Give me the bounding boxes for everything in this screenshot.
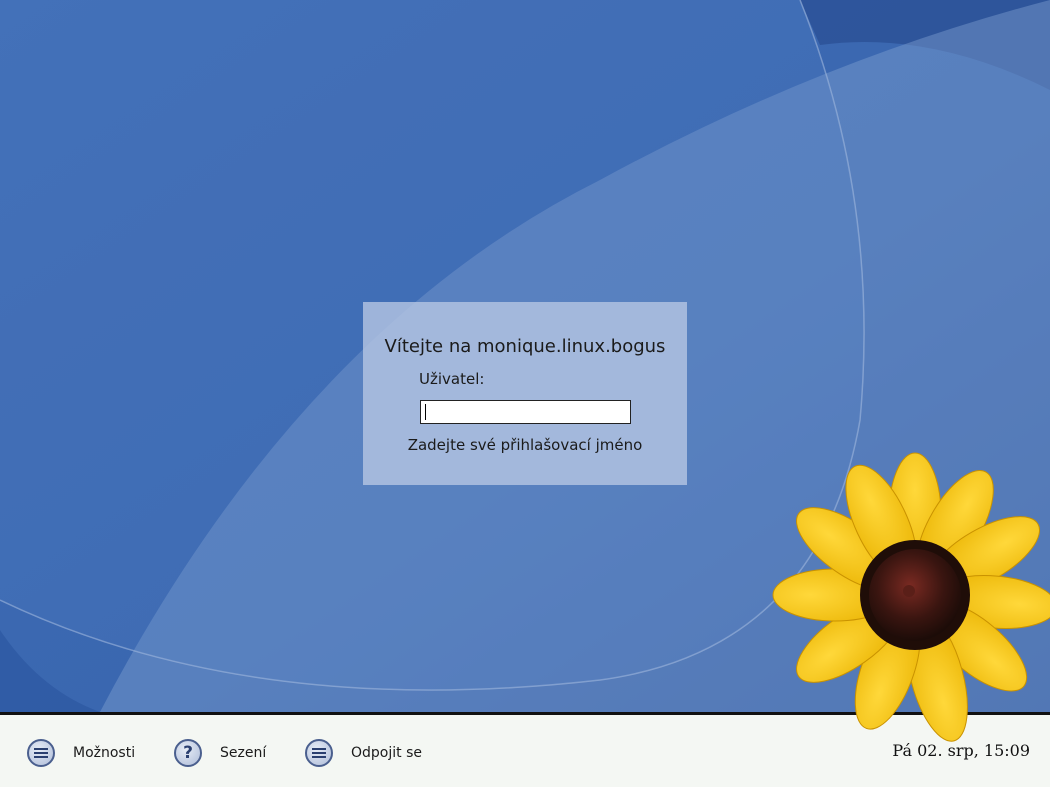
- disconnect-label: Odpojit se: [351, 745, 422, 761]
- question-icon: ?: [174, 739, 202, 767]
- welcome-title: Vítejte na monique.linux.bogus: [384, 336, 666, 357]
- login-panel: Vítejte na monique.linux.bogus Uživatel:…: [363, 302, 687, 485]
- username-label: Uživatel:: [419, 370, 485, 388]
- flower-icon: [772, 452, 1050, 742]
- username-input[interactable]: [420, 400, 631, 424]
- login-hint: Zadejte své přihlašovací jméno: [407, 436, 643, 454]
- text-caret: [425, 404, 426, 420]
- options-button[interactable]: Možnosti: [27, 737, 135, 769]
- disconnect-button[interactable]: Odpojit se: [305, 737, 422, 769]
- menu-list-icon: [305, 739, 333, 767]
- menu-list-icon: [27, 739, 55, 767]
- session-label: Sezení: [220, 745, 267, 761]
- session-button[interactable]: ? Sezení: [174, 737, 266, 769]
- options-label: Možnosti: [73, 745, 136, 761]
